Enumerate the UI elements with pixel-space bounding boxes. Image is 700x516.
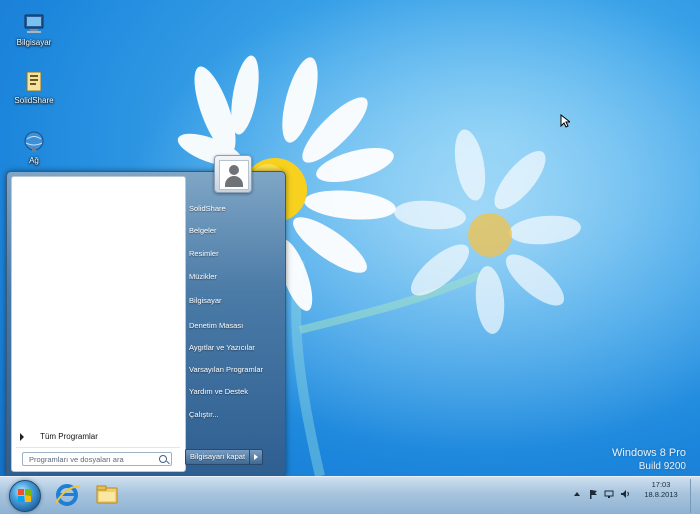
taskbar: 17:03 18.8.2013 <box>0 476 700 514</box>
mouse-cursor-icon <box>560 114 570 128</box>
user-account-picture[interactable] <box>214 155 252 193</box>
start-button[interactable] <box>9 480 41 512</box>
volume-icon[interactable] <box>620 489 630 499</box>
start-item-documents[interactable]: Belgeler <box>189 222 283 240</box>
search-placeholder: Programları ve dosyaları ara <box>29 455 124 464</box>
all-programs-button[interactable]: Tüm Programlar <box>20 429 178 445</box>
desktop-icon-network[interactable]: Ağ <box>4 130 64 165</box>
divider <box>16 447 180 448</box>
start-item-help-support[interactable]: Yardım ve Destek <box>189 383 283 401</box>
show-hidden-icons-icon[interactable] <box>572 489 582 499</box>
watermark-edition: Windows 8 Pro <box>612 447 686 459</box>
shutdown-button[interactable]: Bilgisayarı kapat <box>185 449 251 465</box>
start-item-default-programs[interactable]: Varsayılan Programlar <box>189 361 283 379</box>
computer-icon <box>22 12 46 36</box>
user-avatar-icon <box>219 160 249 190</box>
desktop-icon-label: Bilgisayar <box>16 38 52 47</box>
search-icon[interactable] <box>159 455 167 463</box>
taskbar-file-explorer[interactable] <box>88 479 126 511</box>
start-item-devices-printers[interactable]: Aygıtlar ve Yazıcılar <box>189 339 283 357</box>
clock-date: 18.8.2013 <box>644 490 678 499</box>
network-status-icon[interactable] <box>604 489 614 499</box>
desktop-icon-solidshare[interactable]: SolidShare <box>4 70 64 105</box>
start-item-solidshare[interactable]: SolidShare <box>189 200 283 218</box>
network-icon <box>22 130 46 154</box>
windows-logo-icon <box>18 489 31 502</box>
all-programs-label: Tüm Programlar <box>40 432 98 441</box>
start-item-pictures[interactable]: Resimler <box>189 245 283 263</box>
desktop-icon-label: SolidShare <box>14 96 54 105</box>
start-item-run[interactable]: Çalıştır... <box>189 406 283 424</box>
start-menu: Tüm Programlar Programları ve dosyaları … <box>6 155 286 476</box>
action-center-flag-icon[interactable] <box>588 489 598 499</box>
clock-time: 17:03 <box>651 480 671 489</box>
shutdown-group: Bilgisayarı kapat <box>185 449 264 465</box>
desktop-icon-computer[interactable]: Bilgisayar <box>4 12 64 47</box>
arrow-right-icon <box>20 432 24 441</box>
start-item-control-panel[interactable]: Denetim Masası <box>189 317 283 335</box>
folder-document-icon <box>22 70 46 94</box>
internet-explorer-icon <box>55 484 81 506</box>
taskbar-internet-explorer[interactable] <box>48 479 86 511</box>
desktop-icon-label: Ağ <box>29 156 39 165</box>
shutdown-options-arrow-icon[interactable] <box>249 449 264 465</box>
start-item-computer[interactable]: Bilgisayar <box>189 292 283 310</box>
start-menu-programs-pane: Tüm Programlar Programları ve dosyaları … <box>11 176 186 472</box>
show-desktop-button[interactable] <box>690 479 699 513</box>
os-version-watermark: Windows 8 Pro Build 9200 <box>612 446 686 474</box>
file-explorer-icon <box>96 485 118 504</box>
start-item-music[interactable]: Müzikler <box>189 268 283 286</box>
watermark-build: Build 9200 <box>638 461 686 472</box>
taskbar-clock[interactable]: 17:03 18.8.2013 <box>636 480 686 500</box>
start-search-input[interactable]: Programları ve dosyaları ara <box>22 452 172 466</box>
